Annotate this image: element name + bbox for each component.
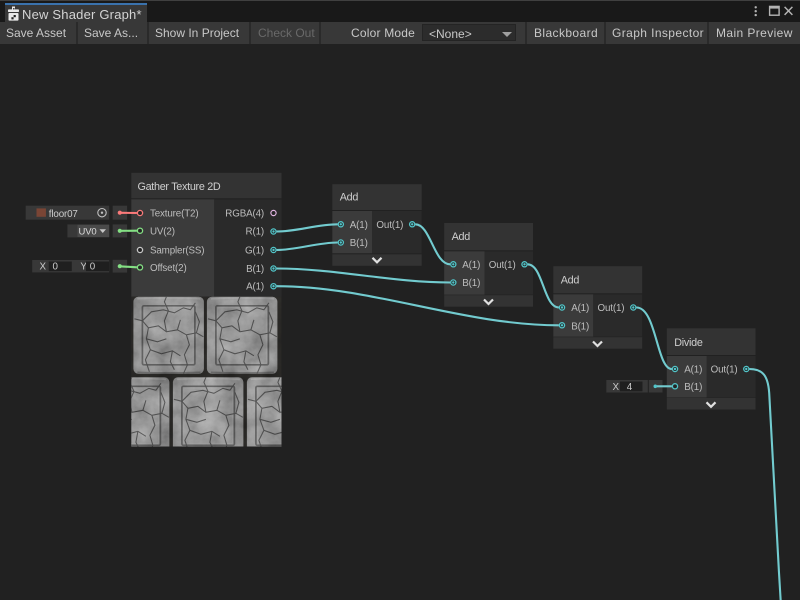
svg-text:X: X [40,262,47,273]
svg-text:A(1): A(1) [684,365,702,376]
svg-text:Gather Texture 2D: Gather Texture 2D [138,181,221,193]
svg-text:B(1): B(1) [350,238,368,249]
svg-text:G(1): G(1) [245,246,264,257]
svg-text:B(1): B(1) [571,321,589,332]
svg-text:R(1): R(1) [246,226,264,237]
svg-text:B(1): B(1) [246,264,264,275]
svg-text:A(1): A(1) [246,282,264,293]
svg-text:Offset(2): Offset(2) [150,263,187,274]
svg-text:Out(1): Out(1) [598,303,625,314]
svg-text:Out(1): Out(1) [711,365,738,376]
svg-text:UV(2): UV(2) [150,226,175,237]
svg-text:A(1): A(1) [462,260,480,271]
svg-text:4: 4 [627,382,633,393]
svg-text:X: X [613,382,620,393]
svg-text:Out(1): Out(1) [376,220,403,231]
svg-text:B(1): B(1) [462,278,480,289]
svg-text:Texture(T2): Texture(T2) [150,209,198,220]
svg-text:Divide: Divide [674,337,703,349]
svg-text:Add: Add [340,191,359,203]
svg-text:0: 0 [53,262,59,273]
svg-text:Add: Add [561,275,580,287]
svg-text:floor07: floor07 [49,209,78,220]
svg-text:UV0: UV0 [79,226,97,237]
svg-text:RGBA(4): RGBA(4) [225,209,264,220]
svg-text:0: 0 [90,262,96,273]
svg-text:A(1): A(1) [350,220,368,231]
svg-text:Add: Add [452,231,471,243]
svg-text:Out(1): Out(1) [489,260,516,271]
svg-text:B(1): B(1) [684,382,702,393]
svg-text:A(1): A(1) [571,303,589,314]
svg-text:Sampler(SS): Sampler(SS) [150,246,204,257]
